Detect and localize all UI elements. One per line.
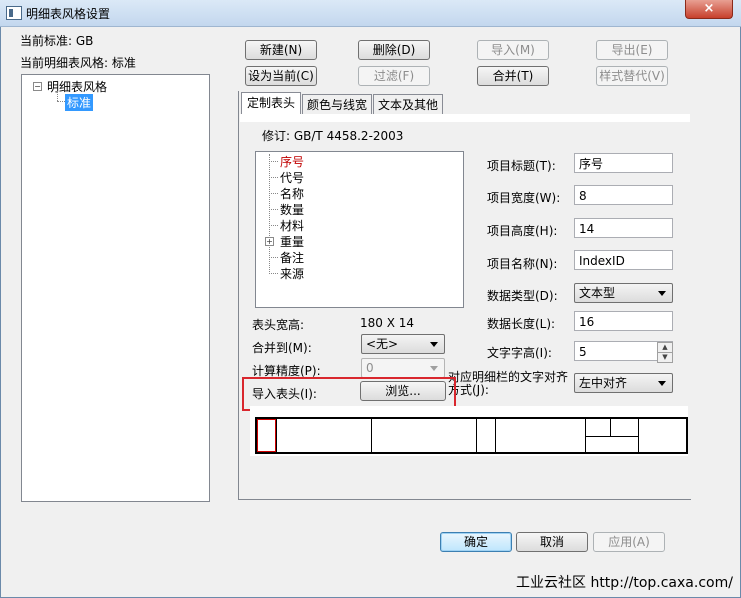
revision-label: 修订: GB/T 4458.2-2003 [262, 129, 404, 143]
merge-to-select[interactable]: <无> [361, 334, 445, 354]
current-style-label: 当前明细表风格: 标准 [20, 56, 136, 70]
tree-line [269, 193, 278, 194]
tree-line [269, 177, 278, 178]
text-height-label: 文字字高(I): [487, 346, 552, 360]
import-button[interactable]: 导入(M) [477, 40, 549, 60]
tree-line [269, 273, 278, 274]
tree-line [269, 257, 278, 258]
collapse-icon[interactable]: − [33, 82, 42, 91]
close-button[interactable]: × [685, 0, 733, 19]
expand-icon[interactable]: + [265, 237, 274, 246]
preview-cell-divider [476, 419, 477, 452]
item-name-input[interactable]: IndexID [574, 250, 673, 270]
replace-style-button[interactable]: 样式替代(V) [596, 66, 668, 86]
preview-cell-divider [495, 419, 496, 452]
header-field-tree[interactable]: 序号 代号 名称 数量 材料 + 重量 备注 来源 [255, 151, 464, 308]
cancel-button[interactable]: 取消 [516, 532, 588, 552]
data-type-value: 文本型 [579, 286, 616, 300]
field-item[interactable]: 重量 [280, 233, 304, 250]
data-type-select[interactable]: 文本型 [574, 283, 673, 303]
item-name-label: 项目名称(N): [487, 257, 558, 271]
tree-line [269, 209, 278, 210]
field-item[interactable]: 序号 [280, 153, 304, 170]
window-title: 明细表风格设置 [26, 7, 111, 21]
current-standard-label: 当前标准: GB [20, 34, 94, 48]
item-width-label: 项目宽度(W): [487, 191, 561, 205]
preview-cell-divider [585, 436, 638, 437]
filter-button[interactable]: 过滤(F) [358, 66, 430, 86]
tab-text-other[interactable]: 文本及其他 [373, 94, 443, 115]
preview-cell-divider [638, 419, 639, 452]
tree-line [269, 154, 270, 274]
tree-line [269, 161, 278, 162]
text-align-label: 对应明细栏的文字对齐方式(J): [448, 370, 569, 397]
close-icon: × [703, 1, 715, 16]
item-height-label: 项目高度(H): [487, 224, 558, 238]
app-icon [6, 6, 22, 20]
tab-color-linewidth[interactable]: 颜色与线宽 [302, 94, 372, 115]
preview-cell-selected [257, 419, 276, 452]
preview-cell-divider [610, 419, 611, 436]
chevron-down-icon [658, 381, 666, 386]
field-item[interactable]: 数量 [280, 201, 304, 218]
field-item[interactable]: 材料 [280, 217, 304, 234]
spin-down-icon[interactable]: ▼ [657, 352, 673, 363]
field-item[interactable]: 备注 [280, 249, 304, 266]
field-item[interactable]: 名称 [280, 185, 304, 202]
item-title-label: 项目标题(T): [487, 159, 556, 173]
merge-to-label: 合并到(M): [252, 341, 312, 355]
item-width-input[interactable]: 8 [574, 185, 673, 205]
header-preview [255, 417, 688, 454]
data-type-label: 数据类型(D): [487, 289, 558, 303]
item-height-input[interactable]: 14 [574, 218, 673, 238]
precision-select[interactable]: 0 [361, 358, 445, 378]
title-bar[interactable]: 明细表风格设置 × [0, 0, 741, 27]
preview-cell-divider [276, 419, 277, 452]
set-current-button[interactable]: 设为当前(C) [245, 66, 317, 86]
tree-line [57, 91, 58, 101]
apply-button[interactable]: 应用(A) [593, 532, 665, 552]
tree-item-root[interactable]: 明细表风格 [47, 78, 107, 95]
header-size-label: 表头宽高: [252, 318, 305, 332]
chevron-down-icon [658, 291, 666, 296]
data-length-label: 数据长度(L): [487, 317, 556, 331]
delete-button[interactable]: 删除(D) [358, 40, 430, 60]
tree-line [57, 101, 65, 102]
item-title-input[interactable]: 序号 [574, 153, 673, 173]
field-item[interactable]: 来源 [280, 265, 304, 282]
tab-custom-header[interactable]: 定制表头 [241, 92, 301, 115]
chevron-down-icon [430, 342, 438, 347]
chevron-down-icon [430, 366, 438, 371]
style-tree[interactable]: − 明细表风格 标准 [21, 74, 210, 502]
ok-button[interactable]: 确定 [440, 532, 512, 552]
tree-item-standard[interactable]: 标准 [65, 94, 94, 111]
text-align-value: 左中对齐 [579, 376, 628, 390]
export-button[interactable]: 导出(E) [596, 40, 668, 60]
watermark-text: 工业云社区 http://top.caxa.com/ [516, 575, 733, 591]
tab-page-top [240, 114, 690, 122]
new-button[interactable]: 新建(N) [245, 40, 317, 60]
preview-cell-divider [371, 419, 372, 452]
header-size-value: 180 X 14 [360, 316, 415, 330]
data-length-input[interactable]: 16 [574, 311, 673, 331]
merge-button[interactable]: 合并(T) [477, 66, 549, 86]
text-height-value: 5 [579, 345, 587, 359]
precision-value: 0 [366, 361, 374, 375]
text-align-select[interactable]: 左中对齐 [574, 373, 673, 393]
tree-line [269, 225, 278, 226]
field-item[interactable]: 代号 [280, 169, 304, 186]
merge-to-value: <无> [366, 337, 399, 351]
